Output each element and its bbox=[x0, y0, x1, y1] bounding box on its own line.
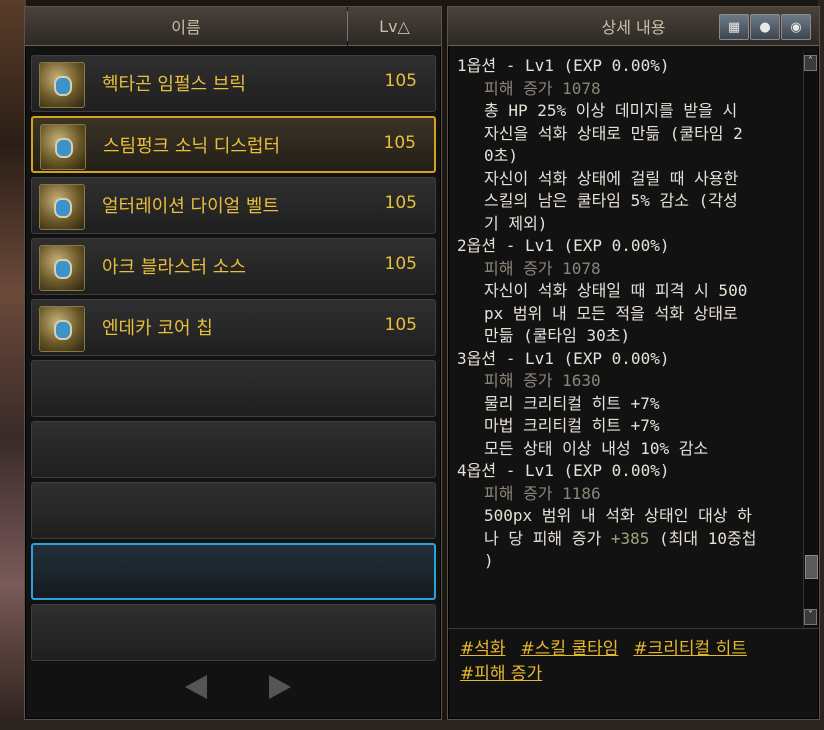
item-icon-arc-blaster bbox=[39, 245, 85, 291]
column-header-name[interactable]: 이름 bbox=[25, 7, 347, 46]
item-row[interactable]: 헥타곤 임펄스 브릭 105 bbox=[31, 55, 436, 112]
item-icon-dial-belt bbox=[39, 184, 85, 230]
background-edge bbox=[0, 0, 26, 730]
background-edge-bottom bbox=[0, 720, 824, 730]
option-line: 자신이 석화 상태에 걸릴 때 사용한 bbox=[484, 168, 739, 188]
item-icon-hexagon-brick bbox=[39, 62, 85, 108]
item-level: 105 bbox=[383, 133, 416, 153]
option-line: px 범위 내 모든 적을 석화 상태로 bbox=[484, 303, 738, 323]
item-row[interactable]: 엔데카 코어 칩 105 bbox=[31, 299, 436, 356]
tag-link[interactable]: #피해 증가 bbox=[460, 664, 542, 684]
armor-icon[interactable]: ▦ bbox=[719, 14, 749, 40]
empty-row[interactable] bbox=[31, 421, 436, 478]
item-row[interactable]: 얼터레이션 다이얼 벨트 105 bbox=[31, 177, 436, 234]
item-name: 아크 블라스터 소스 bbox=[102, 257, 246, 278]
option-line: 나 당 피해 증가 +385 (최대 10중첩 bbox=[457, 528, 802, 551]
option-title: 4옵션 - Lv1 (EXP 0.00%) bbox=[457, 461, 670, 480]
map-pin-icon[interactable]: ● bbox=[750, 14, 780, 40]
scroll-down-icon[interactable]: ˅ bbox=[804, 609, 817, 625]
option-title: 2옵션 - Lv1 (EXP 0.00%) bbox=[457, 236, 670, 255]
eye-icon[interactable]: ◉ bbox=[781, 14, 811, 40]
option-line: 모든 상태 이상 내성 10% 감소 bbox=[484, 438, 709, 458]
scroll-thumb[interactable] bbox=[805, 555, 818, 579]
option-line: ) bbox=[484, 551, 494, 570]
option-title: 1옵션 - Lv1 (EXP 0.00%) bbox=[457, 56, 670, 75]
empty-row[interactable] bbox=[31, 482, 436, 539]
option-line: 500px 범위 내 석화 상태인 대상 하 bbox=[484, 506, 752, 525]
option-line: 스킬의 남은 쿨타임 5% 감소 (각성 bbox=[484, 191, 738, 210]
option-damage: 피해 증가 1186 bbox=[484, 483, 601, 503]
item-icon-sonic-disruptor bbox=[40, 124, 86, 170]
item-level: 105 bbox=[384, 71, 417, 91]
option-line: 자신을 석화 상태로 만듦 (쿨타임 2 bbox=[484, 123, 743, 143]
item-list-panel: 이름 Lv△ 헥타곤 임펄스 브릭 105 스팀펑크 소닉 디스럽터 105 얼… bbox=[24, 6, 442, 720]
option-line: 총 HP 25% 이상 데미지를 받을 시 bbox=[484, 101, 738, 120]
item-level: 105 bbox=[384, 315, 417, 335]
option-title: 3옵션 - Lv1 (EXP 0.00%) bbox=[457, 348, 670, 368]
tag-list: #석화 #스킬 쿨타임 #크리티컬 히트 #피해 증가 bbox=[460, 637, 805, 687]
option-line: 만듦 (쿨타임 30초) bbox=[484, 326, 631, 345]
item-name: 스팀펑크 소닉 디스럽터 bbox=[103, 136, 281, 157]
column-header-level-sort[interactable]: Lv△ bbox=[348, 7, 441, 46]
detail-panel: 상세 내용 ▦ ● ◉ 1옵션 - Lv1 (EXP 0.00%) 피해 증가 … bbox=[447, 6, 820, 720]
item-level: 105 bbox=[384, 193, 417, 213]
option-damage: 피해 증가 1630 bbox=[484, 371, 601, 390]
empty-row[interactable] bbox=[31, 604, 436, 661]
option-line-text: 나 당 피해 증가 bbox=[484, 528, 611, 548]
empty-row[interactable] bbox=[31, 360, 436, 417]
next-page-arrow-icon[interactable] bbox=[269, 675, 291, 699]
option-line: 물리 크리티컬 히트 +7% bbox=[484, 393, 660, 413]
option-line: 마법 크리티컬 히트 +7% bbox=[484, 416, 660, 435]
option-line-text: (최대 10중첩 bbox=[649, 528, 757, 548]
item-row-selected[interactable]: 스팀펑크 소닉 디스럽터 105 bbox=[31, 116, 436, 173]
option-line: 기 제외) bbox=[484, 213, 548, 233]
item-name: 헥타곤 임펄스 브릭 bbox=[102, 74, 246, 95]
item-row[interactable]: 아크 블라스터 소스 105 bbox=[31, 238, 436, 295]
detail-content: 1옵션 - Lv1 (EXP 0.00%) 피해 증가 1078 총 HP 25… bbox=[457, 55, 802, 625]
tag-link[interactable]: #석화 bbox=[460, 639, 506, 659]
item-level: 105 bbox=[384, 254, 417, 274]
column-header-level-label: Lv△ bbox=[379, 16, 410, 36]
tag-link[interactable]: #스킬 쿨타임 bbox=[521, 639, 619, 659]
scroll-up-icon[interactable]: ˄ bbox=[804, 55, 817, 71]
option-line: 자신이 석화 상태일 때 피격 시 500 bbox=[484, 281, 748, 300]
option-line: 0초) bbox=[484, 146, 518, 165]
option-damage: 피해 증가 1078 bbox=[484, 258, 601, 278]
item-icon-core-chip bbox=[39, 306, 85, 352]
tags-divider bbox=[448, 628, 819, 629]
empty-row-hovered[interactable] bbox=[31, 543, 436, 600]
option-bonus-value: +385 bbox=[610, 528, 650, 548]
option-damage: 피해 증가 1078 bbox=[484, 78, 601, 98]
column-header-name-label: 이름 bbox=[171, 18, 201, 37]
prev-page-arrow-icon[interactable] bbox=[185, 675, 207, 699]
detail-title: 상세 내용 bbox=[601, 18, 666, 37]
detail-scrollbar[interactable]: ˄ ˅ bbox=[803, 53, 818, 627]
tag-link[interactable]: #크리티컬 히트 bbox=[633, 639, 747, 659]
item-name: 얼터레이션 다이얼 벨트 bbox=[102, 196, 280, 217]
item-name: 엔데카 코어 칩 bbox=[102, 318, 213, 339]
